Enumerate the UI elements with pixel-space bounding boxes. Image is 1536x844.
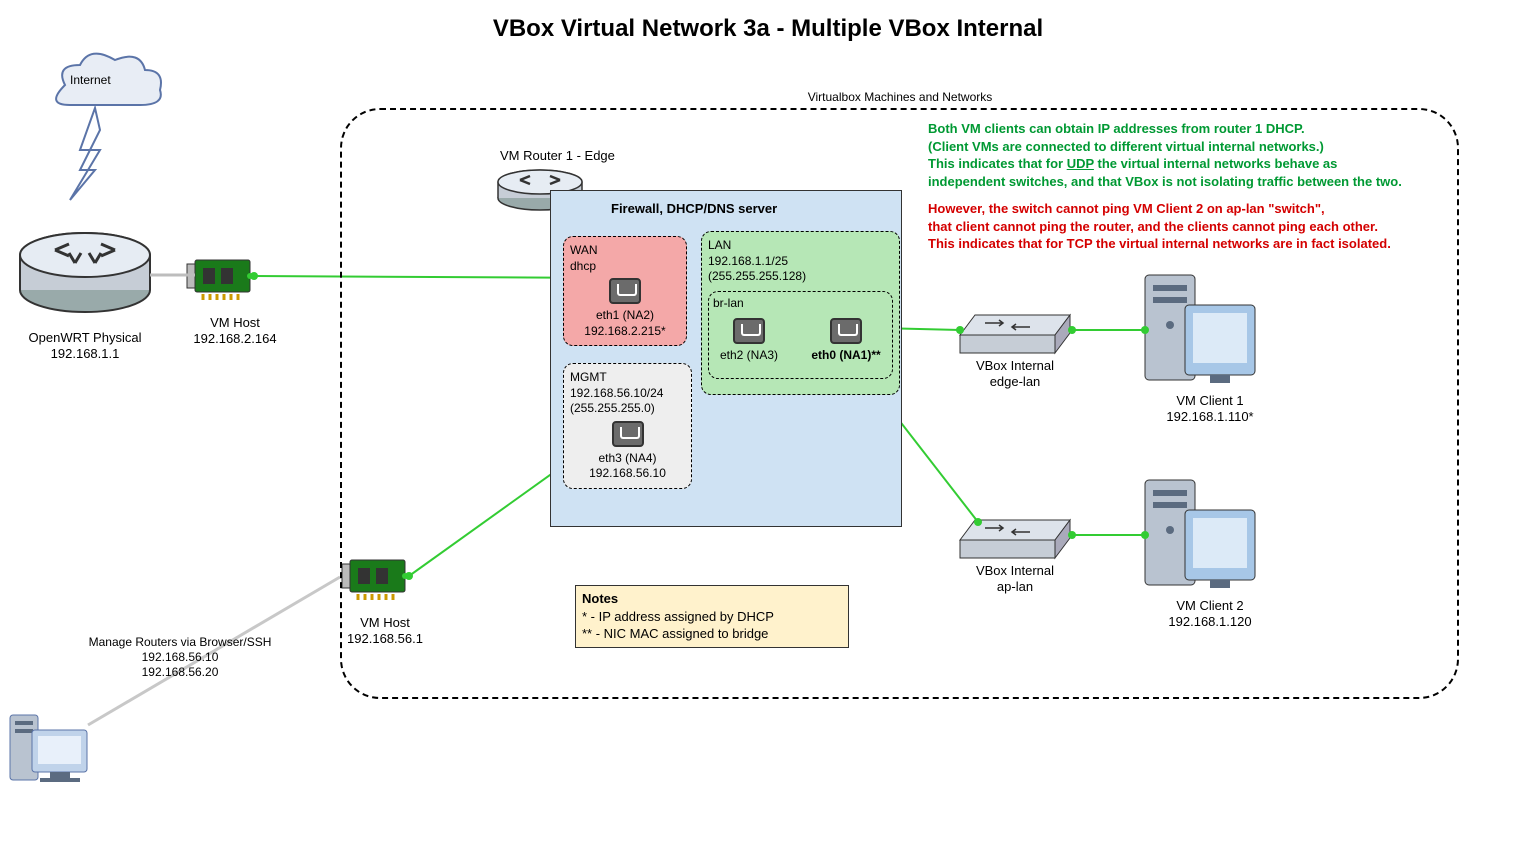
mgmt-text: Manage Routers via Browser/SSH 192.168.5… xyxy=(60,635,300,680)
client2-name: VM Client 2 xyxy=(1150,598,1270,614)
eth2-label: eth2 (NA3) xyxy=(719,348,779,364)
router1-box: Firewall, DHCP/DNS server WAN dhcp eth1 … xyxy=(550,190,902,527)
client1-label: VM Client 1 192.168.1.110* xyxy=(1150,393,1270,426)
switch2-label: VBox Internal ap-lan xyxy=(955,563,1075,596)
lan-mask: (255.255.255.128) xyxy=(708,269,893,285)
notes-n1: * - IP address assigned by DHCP xyxy=(582,608,842,626)
mgmt-mask: (255.255.255.0) xyxy=(570,401,685,417)
wan-ip: 192.168.2.215* xyxy=(570,324,680,340)
mgmt-name: MGMT xyxy=(570,370,685,386)
eth2-port-icon xyxy=(733,318,765,344)
commentary-l3a: This indicates that for xyxy=(928,156,1067,171)
mgmt-ip1: 192.168.56.10 xyxy=(60,650,300,665)
commentary-l6: that client cannot ping the router, and … xyxy=(928,218,1458,236)
eth0-port-icon xyxy=(830,318,862,344)
mgmt-title: Manage Routers via Browser/SSH xyxy=(60,635,300,650)
wan-box: WAN dhcp eth1 (NA2) 192.168.2.215* xyxy=(563,236,687,346)
mgmt-box: MGMT 192.168.56.10/24 (255.255.255.0) et… xyxy=(563,363,692,489)
router1-services: Firewall, DHCP/DNS server xyxy=(611,201,901,216)
commentary-l3c: the virtual internal networks behave as xyxy=(1094,156,1337,171)
client2-label: VM Client 2 192.168.1.120 xyxy=(1150,598,1270,631)
openwrt-label: OpenWRT Physical 192.168.1.1 xyxy=(15,330,155,363)
wan-mode: dhcp xyxy=(570,259,680,275)
mgmt-pc-icon xyxy=(10,715,87,782)
commentary-l5: However, the switch cannot ping VM Clien… xyxy=(928,200,1458,218)
vmhost-top-label: VM Host 192.168.2.164 xyxy=(175,315,295,348)
diagram-canvas: VBox Virtual Network 3a - Multiple VBox … xyxy=(0,0,1536,844)
commentary-l3: This indicates that for UDP the virtual … xyxy=(928,155,1458,173)
wan-iface: eth1 (NA2) xyxy=(570,308,680,324)
commentary-l1: Both VM clients can obtain IP addresses … xyxy=(928,120,1458,138)
brlan-name: br-lan xyxy=(713,296,888,312)
vmhost-top-ip: 192.168.2.164 xyxy=(175,331,295,347)
router1-title: VM Router 1 - Edge xyxy=(500,148,615,163)
mgmt-iface: eth3 (NA4) xyxy=(570,451,685,467)
lan-box: LAN 192.168.1.1/25 (255.255.255.128) br-… xyxy=(701,231,900,395)
switch2-net: ap-lan xyxy=(955,579,1075,595)
wan-port-icon xyxy=(609,278,641,304)
commentary-l4: independent switches, and that VBox is n… xyxy=(928,173,1458,191)
switch1-net: edge-lan xyxy=(955,374,1075,390)
client1-ip: 192.168.1.110* xyxy=(1150,409,1270,425)
mgmt-cidr: 192.168.56.10/24 xyxy=(570,386,685,402)
openwrt-ip: 192.168.1.1 xyxy=(15,346,155,362)
notes-box: Notes * - IP address assigned by DHCP **… xyxy=(575,585,849,648)
mgmt-ip2: 192.168.56.20 xyxy=(60,665,300,680)
client2-ip: 192.168.1.120 xyxy=(1150,614,1270,630)
openwrt-name: OpenWRT Physical xyxy=(15,330,155,346)
vbox-container-label: Virtualbox Machines and Networks xyxy=(760,90,1040,105)
internet-label: Internet xyxy=(70,73,111,88)
nic-top-icon xyxy=(187,260,253,300)
diagram-title: VBox Virtual Network 3a - Multiple VBox … xyxy=(0,15,1536,43)
commentary-l2: (Client VMs are connected to different v… xyxy=(928,138,1458,156)
commentary-l7: This indicates that for TCP the virtual … xyxy=(928,235,1458,253)
mgmt-ip: 192.168.56.10 xyxy=(570,466,685,482)
client1-name: VM Client 1 xyxy=(1150,393,1270,409)
switch1-label: VBox Internal edge-lan xyxy=(955,358,1075,391)
lan-cidr: 192.168.1.1/25 xyxy=(708,254,893,270)
internet-link-icon xyxy=(70,108,100,200)
vmhost-top-name: VM Host xyxy=(175,315,295,331)
switch2-name: VBox Internal xyxy=(955,563,1075,579)
switch1-name: VBox Internal xyxy=(955,358,1075,374)
wan-name: WAN xyxy=(570,243,680,259)
eth0-label: eth0 (NA1)** xyxy=(806,348,886,364)
commentary-l3b: UDP xyxy=(1067,156,1094,171)
notes-n2: ** - NIC MAC assigned to bridge xyxy=(582,625,842,643)
brlan-box: br-lan eth2 (NA3) eth0 (NA1)** xyxy=(708,291,893,379)
notes-title: Notes xyxy=(582,590,842,608)
lan-name: LAN xyxy=(708,238,893,254)
commentary-block: Both VM clients can obtain IP addresses … xyxy=(928,120,1458,253)
mgmt-port-icon xyxy=(612,421,644,447)
openwrt-router-icon xyxy=(20,233,150,312)
